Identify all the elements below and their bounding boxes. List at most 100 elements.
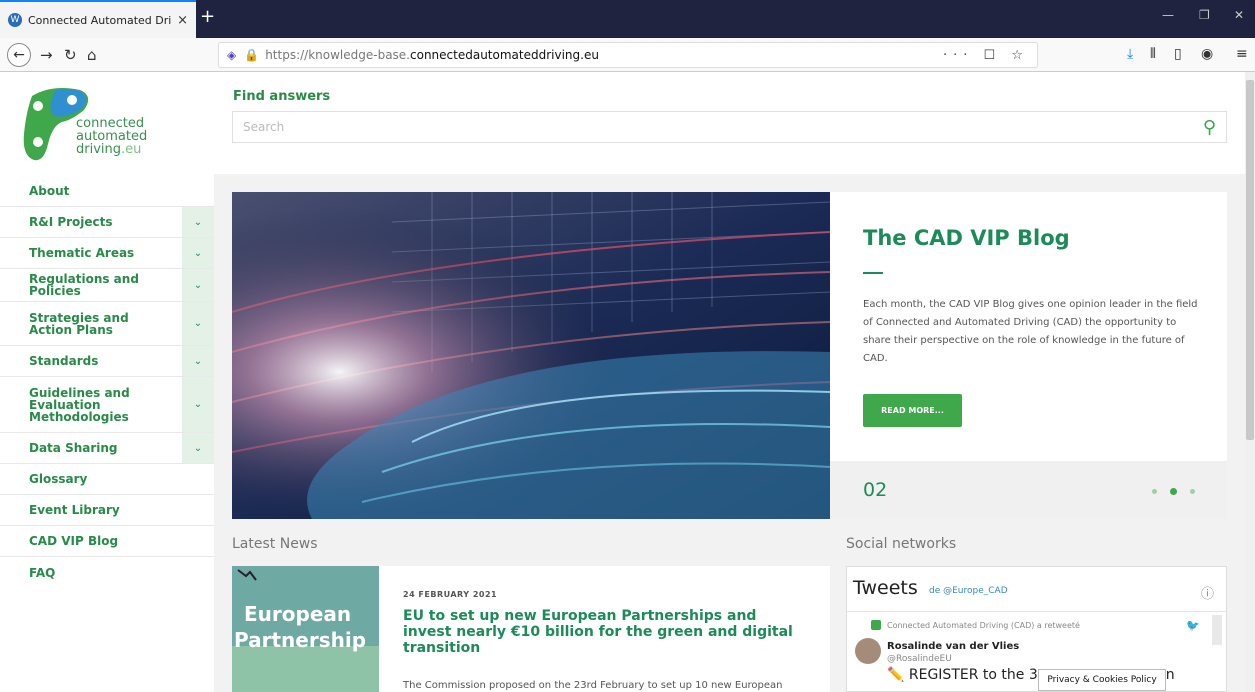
sidebar-item-strategies[interactable]: Strategies and Action Plans ⌄ bbox=[0, 302, 214, 346]
menu-icon[interactable]: ≡ bbox=[1236, 46, 1248, 62]
sidebar-item-guidelines[interactable]: Guidelines and Evaluation Methodologies ⌄ bbox=[0, 377, 214, 433]
chevron-down-icon[interactable]: ⌄ bbox=[182, 238, 214, 268]
tab-close-icon[interactable]: × bbox=[177, 13, 188, 28]
hero-title: The CAD VIP Blog bbox=[863, 226, 1070, 250]
search-placeholder: Search bbox=[243, 120, 285, 134]
hero-image[interactable] bbox=[232, 192, 830, 519]
reload-icon[interactable]: ↻ bbox=[64, 46, 77, 64]
chevron-down-icon[interactable]: ⌄ bbox=[182, 207, 214, 237]
slider-dots bbox=[1152, 488, 1195, 495]
wordpress-favicon-icon: W bbox=[8, 13, 22, 27]
minimize-icon[interactable]: — bbox=[1162, 8, 1174, 22]
page-scrollbar-thumb[interactable] bbox=[1246, 80, 1254, 440]
home-icon[interactable]: ⌂ bbox=[87, 46, 97, 64]
info-icon[interactable]: ⓘ bbox=[1201, 583, 1214, 602]
news-excerpt: The Commission proposed on the 23rd Febr… bbox=[403, 680, 783, 691]
url-host: connectedautomateddriving.eu bbox=[410, 48, 599, 62]
twitter-bird-icon[interactable]: 🐦 bbox=[1186, 619, 1200, 632]
sidebar-item-thematic-areas[interactable]: Thematic Areas ⌄ bbox=[0, 238, 214, 269]
sidebar-item-label: Data Sharing bbox=[29, 441, 118, 455]
chevron-down-icon[interactable]: ⌄ bbox=[182, 433, 214, 463]
account-icon[interactable]: ◉ bbox=[1201, 46, 1213, 62]
sidebar-item-regulations[interactable]: Regulations and Policies ⌄ bbox=[0, 269, 214, 302]
search-input[interactable]: Search ⚲ bbox=[232, 111, 1227, 143]
tab-bar: W Connected Automated Driving × + — ❐ ✕ bbox=[0, 0, 1255, 38]
read-more-button[interactable]: READ MORE... bbox=[863, 394, 962, 427]
tweet-body-end: n bbox=[1165, 667, 1175, 683]
site-logo[interactable]: connected automated driving.eu bbox=[22, 84, 182, 170]
logo-line-3: driving bbox=[76, 142, 122, 157]
news-thumbnail-text-1: European bbox=[244, 602, 352, 626]
page-actions-icon[interactable]: ··· ☐ ☆ bbox=[943, 48, 1029, 63]
twitter-widget: Tweets de @Europe_CAD ⓘ Connected Automa… bbox=[846, 566, 1227, 692]
sidebar-item-cad-vip-blog[interactable]: CAD VIP Blog bbox=[0, 526, 214, 557]
news-thumbnail-text-2: Partnership bbox=[234, 628, 367, 652]
close-window-icon[interactable]: ✕ bbox=[1234, 8, 1244, 22]
hero-card: The CAD VIP Blog Each month, the CAD VIP… bbox=[830, 192, 1227, 519]
tweet-author-name[interactable]: Rosalinde van der Vlies bbox=[887, 641, 1019, 652]
avatar[interactable] bbox=[855, 638, 881, 664]
slider-footer: 02 bbox=[830, 461, 1227, 519]
retweet-avatar-icon bbox=[871, 620, 881, 630]
page: connected automated driving.eu About R&I… bbox=[0, 72, 1255, 692]
tweet-author-handle[interactable]: @RosalindeEU bbox=[887, 654, 952, 664]
sidebar-item-event-library[interactable]: Event Library bbox=[0, 495, 214, 526]
chevron-down-icon[interactable]: ⌄ bbox=[182, 269, 214, 301]
chevron-down-icon[interactable]: ⌄ bbox=[182, 302, 214, 345]
browser-tab-active[interactable]: W Connected Automated Driving × bbox=[0, 0, 196, 38]
slide-number: 02 bbox=[863, 479, 888, 501]
url-prefix: https://knowledge-base. bbox=[265, 48, 410, 62]
lock-icon: 🔒 bbox=[244, 48, 260, 62]
sidebar-item-label: Standards bbox=[29, 354, 99, 368]
url-bar[interactable]: ◈ 🔒 https://knowledge-base. connectedauto… bbox=[218, 42, 1038, 68]
sidebar-menu: About R&I Projects ⌄ Thematic Areas ⌄ Regu… bbox=[0, 176, 214, 588]
sidebar-item-label: CAD VIP Blog bbox=[29, 534, 119, 548]
sidebar-item-label: FAQ bbox=[29, 565, 56, 580]
library-icon[interactable]: ⫴ bbox=[1150, 46, 1156, 62]
logo-line-3-suffix: .eu bbox=[121, 142, 142, 157]
tweets-by-link[interactable]: de @Europe_CAD bbox=[929, 586, 1008, 596]
social-networks-title: Social networks bbox=[846, 536, 957, 552]
forward-icon[interactable]: → bbox=[40, 46, 53, 64]
news-date: 24 FEBRUARY 2021 bbox=[403, 590, 498, 599]
retweet-note: Connected Automated Driving (CAD) a retw… bbox=[887, 621, 1080, 630]
news-thumbnail[interactable]: European Partnership bbox=[232, 566, 379, 692]
news-title[interactable]: EU to set up new European Partnerships a… bbox=[403, 608, 808, 656]
sidebar-item-label: About bbox=[29, 184, 70, 198]
sidebar-item-label: R&I Projects bbox=[29, 215, 113, 229]
sidebar-toggle-icon[interactable]: ▯ bbox=[1174, 46, 1182, 62]
sidebar-item-about[interactable]: About bbox=[0, 176, 214, 207]
chevron-down-icon[interactable]: ⌄ bbox=[182, 377, 214, 432]
sidebar-item-data-sharing[interactable]: Data Sharing ⌄ bbox=[0, 433, 214, 464]
divider bbox=[847, 611, 1226, 612]
page-scrollbar[interactable] bbox=[1245, 72, 1255, 692]
restore-icon[interactable]: ❐ bbox=[1199, 8, 1210, 22]
tweet-scrollbar[interactable] bbox=[1212, 615, 1222, 645]
hero-text: Each month, the CAD VIP Blog gives one o… bbox=[863, 299, 1198, 364]
tab-title: Connected Automated Driving bbox=[28, 13, 172, 27]
slider-dot-active[interactable] bbox=[1170, 488, 1177, 495]
hero-divider bbox=[863, 272, 883, 274]
tweet-body-start: ✏️ REGISTER to the 3 bbox=[887, 667, 1038, 683]
new-tab-button[interactable]: + bbox=[200, 6, 215, 27]
back-icon[interactable]: ← bbox=[7, 43, 31, 67]
sidebar-item-ri-projects[interactable]: R&I Projects ⌄ bbox=[0, 207, 214, 238]
sidebar-item-faq[interactable]: FAQ bbox=[0, 557, 214, 588]
privacy-cookies-button[interactable]: Privacy & Cookies Policy bbox=[1038, 669, 1166, 691]
search-icon[interactable]: ⚲ bbox=[1203, 117, 1216, 138]
news-card[interactable]: European Partnership 24 FEBRUARY 2021 EU… bbox=[232, 566, 830, 692]
sidebar: connected automated driving.eu About R&I… bbox=[0, 72, 214, 692]
sidebar-item-standards[interactable]: Standards ⌄ bbox=[0, 346, 214, 377]
sidebar-item-glossary[interactable]: Glossary bbox=[0, 464, 214, 495]
sidebar-item-label: Regulations and Policies bbox=[29, 272, 139, 298]
nav-toolbar: ← → ↻ ⌂ ◈ 🔒 https://knowledge-base. conne… bbox=[0, 38, 1255, 72]
slider-dot[interactable] bbox=[1190, 489, 1195, 494]
chevron-down-icon[interactable]: ⌄ bbox=[182, 346, 214, 376]
slider-dot[interactable] bbox=[1152, 489, 1157, 494]
tweets-heading: Tweets bbox=[853, 577, 918, 599]
sidebar-item-label: Thematic Areas bbox=[29, 246, 135, 260]
sidebar-item-label: Event Library bbox=[29, 503, 120, 517]
download-icon[interactable]: ⤓ bbox=[1127, 46, 1133, 62]
sidebar-item-label: Glossary bbox=[29, 472, 88, 486]
logo-text: connected automated driving.eu bbox=[76, 117, 147, 156]
